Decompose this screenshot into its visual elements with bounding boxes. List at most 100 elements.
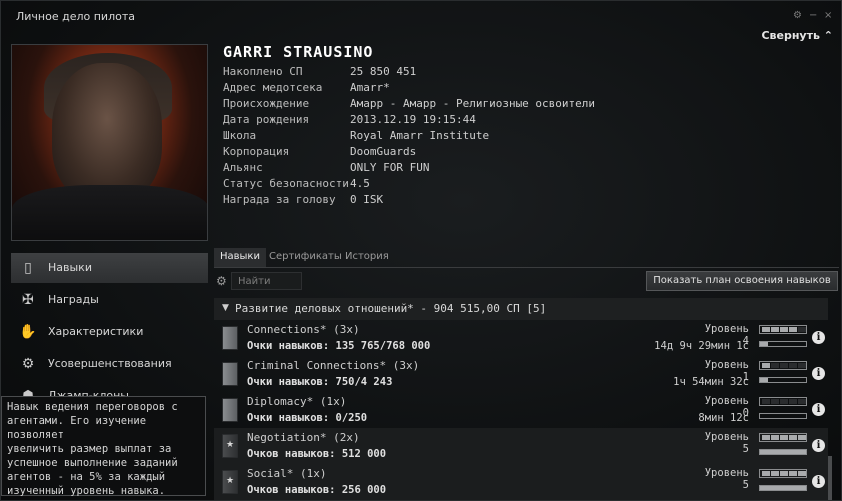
info-label: Корпорация xyxy=(223,145,290,158)
skill-time-remaining: 8мин 12с xyxy=(698,412,749,424)
skill-group-header[interactable]: ▼ Развитие деловых отношений* - 904 515,… xyxy=(214,298,828,320)
level-indicator xyxy=(759,397,807,406)
level-segment xyxy=(789,327,797,332)
level-segment xyxy=(762,435,770,440)
level-segment xyxy=(771,327,779,332)
skill-points: Очки навыков: 0/250 xyxy=(247,412,368,424)
sidebar-item-label: Усовершенствования xyxy=(48,357,172,370)
sidebar-item-augmentations[interactable]: ⚙ Усовершенствования xyxy=(11,349,208,379)
info-icon[interactable]: i xyxy=(812,439,825,452)
implants-icon: ⚙ xyxy=(21,356,35,372)
minimize-icon[interactable]: − xyxy=(809,10,817,21)
level-segment xyxy=(771,399,779,404)
level-segment xyxy=(789,471,797,476)
scrollbar[interactable] xyxy=(828,456,832,500)
info-icon[interactable]: i xyxy=(812,331,825,344)
info-label: Статус безопасности xyxy=(223,177,349,190)
skill-row[interactable]: Criminal Connections* (3x) Очки навыков: … xyxy=(214,356,828,392)
skillbook-icon: ★ xyxy=(222,470,238,494)
info-row: Статус безопасности 4.5 xyxy=(223,177,623,193)
level-segment xyxy=(771,363,779,368)
tooltip-line: агентов - на 5% за каждый xyxy=(7,471,166,483)
skillbook-icon: ▯ xyxy=(24,260,32,276)
skillbook-icon xyxy=(222,326,238,350)
skill-points: Очки навыков: 135 765/768 000 xyxy=(247,340,431,352)
level-segment xyxy=(762,363,770,368)
info-row: Происхождение Амарр - Амарр - Религиозные… xyxy=(223,97,623,113)
medal-icon: ✠ xyxy=(22,292,34,308)
tab-certificates[interactable]: Сертификаты xyxy=(263,248,348,268)
collapse-button[interactable]: Свернуть ⌃ xyxy=(761,29,833,42)
search-input[interactable] xyxy=(231,272,302,290)
chevron-up-icon: ⌃ xyxy=(823,29,833,42)
skill-level: Уровень 5 xyxy=(704,467,749,491)
level-segment xyxy=(771,435,779,440)
level-segment xyxy=(762,471,770,476)
info-value: ONLY FOR FUN xyxy=(350,161,430,174)
tooltip-line: Навык ведения переговоров с xyxy=(7,401,178,413)
skillbook-icon xyxy=(222,398,238,422)
skill-tooltip: Навык ведения переговоров с агентами. Его… xyxy=(1,396,206,497)
level-segment xyxy=(780,399,788,404)
progress-fill xyxy=(760,342,769,346)
skill-row[interactable]: ★ Social* (1x) Очков навыков: 256 000 Урове… xyxy=(214,464,828,500)
level-segment xyxy=(762,327,770,332)
info-value: Амарр - Амарр - Религиозные освоители xyxy=(350,97,596,110)
skill-progress-bar xyxy=(759,449,807,455)
sidebar-item-skills[interactable]: ▯ Навыки xyxy=(11,253,208,283)
info-icon[interactable]: i xyxy=(812,367,825,380)
collapse-label: Свернуть xyxy=(761,29,820,42)
tooltip-line: увеличить размер выплат за xyxy=(7,443,172,455)
info-label: Адрес медотсека xyxy=(223,81,323,94)
skill-progress-bar xyxy=(759,413,807,419)
tab-history[interactable]: История xyxy=(339,248,395,268)
level-segment xyxy=(771,471,779,476)
level-segment xyxy=(798,435,806,440)
level-segment xyxy=(789,399,797,404)
info-row: Школа Royal Amarr Institute xyxy=(223,129,623,145)
gear-icon[interactable]: ⚙ xyxy=(216,274,227,288)
skill-row[interactable]: Diplomacy* (1x) Очки навыков: 0/250 Уровен… xyxy=(214,392,828,428)
character-portrait[interactable] xyxy=(11,44,208,241)
info-label: Награда за голову xyxy=(223,193,336,206)
level-segment xyxy=(780,435,788,440)
sidebar-item-attributes[interactable]: ✋ Характеристики xyxy=(11,317,208,347)
title-bar: Личное дело пилота ⚙ − × xyxy=(1,1,841,31)
show-training-plan-button[interactable]: Показать план освоения навыков xyxy=(646,271,838,291)
settings-icon[interactable]: ⚙ xyxy=(793,10,802,21)
skill-name: Criminal Connections* (3x) xyxy=(247,359,420,372)
info-icon[interactable]: i xyxy=(812,475,825,488)
info-value: 2013.12.19 19:15:44 xyxy=(350,113,476,126)
skill-level: Уровень 5 xyxy=(704,431,749,455)
info-value: DoomGuards xyxy=(350,145,417,158)
level-segment xyxy=(798,471,806,476)
level-indicator xyxy=(759,361,807,370)
skill-points: Очки навыков: 750/4 243 xyxy=(247,376,393,388)
attributes-icon: ✋ xyxy=(19,324,37,340)
level-segment xyxy=(780,327,788,332)
level-segment xyxy=(798,327,806,332)
info-value: Royal Amarr Institute xyxy=(350,129,490,142)
window-title: Личное дело пилота xyxy=(16,10,135,23)
sidebar-item-label: Награды xyxy=(48,293,99,306)
skill-name: Social* (1x) xyxy=(247,467,327,480)
level-segment xyxy=(798,363,806,368)
info-label: Школа xyxy=(223,129,257,142)
tab-skills[interactable]: Навыки xyxy=(214,248,266,268)
info-label: Дата рождения xyxy=(223,113,310,126)
info-icon[interactable]: i xyxy=(812,403,825,416)
level-segment xyxy=(789,363,797,368)
info-row: Альянс ONLY FOR FUN xyxy=(223,161,623,177)
info-value: 25 850 451 xyxy=(350,65,417,78)
skill-row[interactable]: Connections* (3x) Очки навыков: 135 765/7… xyxy=(214,320,828,356)
level-indicator xyxy=(759,433,807,442)
info-row: Корпорация DoomGuards xyxy=(223,145,623,161)
progress-fill xyxy=(760,378,769,382)
info-value: 4.5 xyxy=(350,177,370,190)
skill-row[interactable]: ★ Negotiation* (2x) Очков навыков: 512 000… xyxy=(214,428,828,464)
level-segment xyxy=(780,363,788,368)
info-value: Amarr* xyxy=(350,81,390,94)
close-icon[interactable]: × xyxy=(824,10,832,21)
sidebar-item-awards[interactable]: ✠ Награды xyxy=(11,285,208,315)
tabs-divider xyxy=(214,267,839,268)
